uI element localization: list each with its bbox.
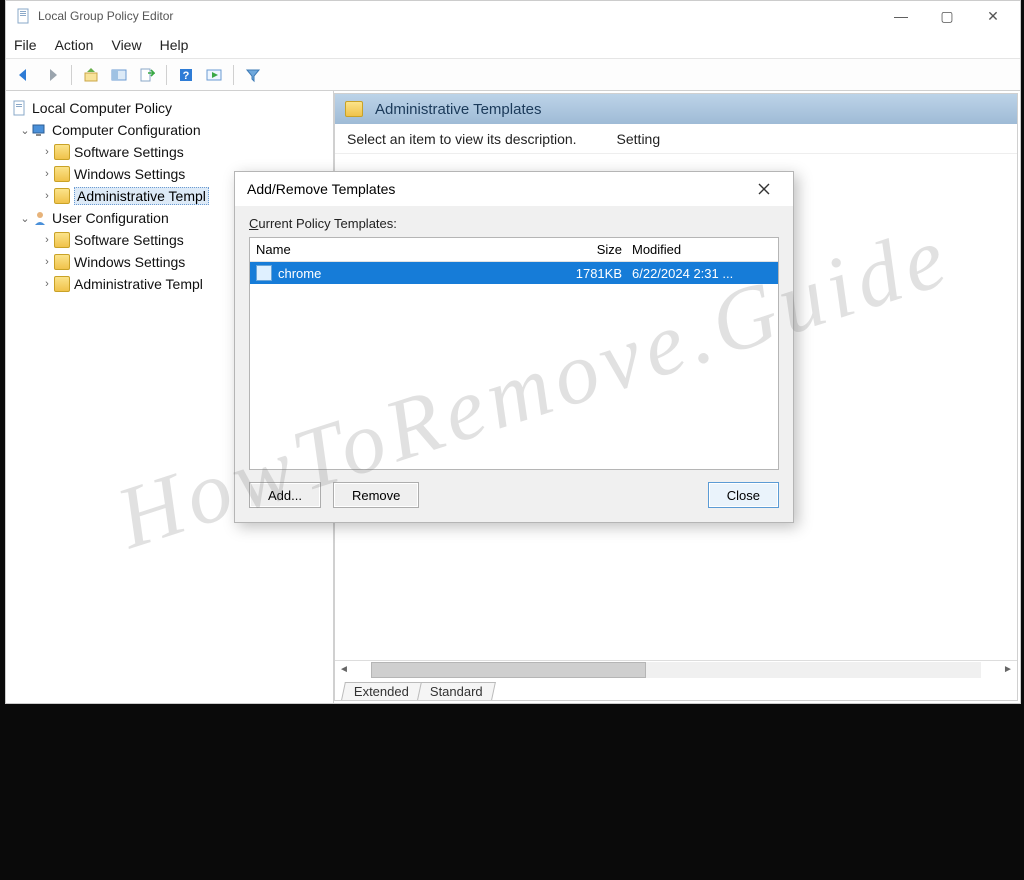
computer-icon <box>32 122 48 138</box>
tree-computer-config[interactable]: ⌄ Computer Configuration <box>10 119 329 141</box>
templates-list[interactable]: Name Size Modified chrome 1781KB 6/22/20… <box>249 237 779 470</box>
policy-icon <box>12 100 28 116</box>
tree-root[interactable]: Local Computer Policy <box>10 97 329 119</box>
filter-button[interactable] <box>241 63 265 87</box>
back-button[interactable] <box>12 63 36 87</box>
menu-action[interactable]: Action <box>55 37 94 53</box>
minimize-button[interactable]: — <box>878 1 924 31</box>
column-modified[interactable]: Modified <box>632 242 772 257</box>
window-title: Local Group Policy Editor <box>38 9 878 23</box>
forward-button[interactable] <box>40 63 64 87</box>
dialog-titlebar: Add/Remove Templates <box>235 172 793 206</box>
column-name[interactable]: Name <box>256 242 552 257</box>
tree-collapse-icon[interactable]: ⌄ <box>18 212 32 225</box>
column-size[interactable]: Size <box>552 242 632 257</box>
pane-subheader: Select an item to view its description. … <box>335 124 1017 154</box>
tree-label: Windows Settings <box>74 166 185 182</box>
tree-label: User Configuration <box>52 210 169 226</box>
cell-name: chrome <box>278 266 552 281</box>
menu-help[interactable]: Help <box>160 37 189 53</box>
scroll-left-icon[interactable]: ◄ <box>335 662 353 678</box>
dialog-buttons: Add... Remove Close <box>249 470 779 510</box>
tree-collapse-icon[interactable]: ⌄ <box>18 124 32 137</box>
dialog-body: Current Policy Templates: Name Size Modi… <box>235 206 793 522</box>
dialog-label: Current Policy Templates: <box>249 216 779 231</box>
folder-icon <box>54 276 70 292</box>
add-button[interactable]: Add... <box>249 482 321 508</box>
up-button[interactable] <box>79 63 103 87</box>
tree-label: Administrative Templ <box>74 187 209 205</box>
tree-expand-icon[interactable]: › <box>40 168 54 180</box>
pane-title: Administrative Templates <box>375 101 541 118</box>
cell-modified: 6/22/2024 2:31 ... <box>632 266 772 281</box>
tree-cc-software[interactable]: › Software Settings <box>10 141 329 163</box>
tree-label: Software Settings <box>74 144 184 160</box>
menubar: File Action View Help <box>6 31 1020 59</box>
folder-icon <box>54 254 70 270</box>
show-hide-button[interactable] <box>107 63 131 87</box>
close-icon <box>758 183 770 195</box>
properties-button[interactable] <box>202 63 226 87</box>
cell-size: 1781KB <box>552 266 632 281</box>
folder-icon <box>345 101 363 117</box>
tree-label: Local Computer Policy <box>32 100 172 116</box>
scroll-right-icon[interactable]: ► <box>999 662 1017 678</box>
app-icon <box>16 8 32 24</box>
toolbar: ? <box>6 59 1020 91</box>
tree-label: Computer Configuration <box>52 122 201 138</box>
pane-tabs: Extended Standard <box>335 678 1017 700</box>
list-item[interactable]: chrome 1781KB 6/22/2024 2:31 ... <box>250 262 778 284</box>
tree-expand-icon[interactable]: › <box>40 146 54 158</box>
scroll-track[interactable] <box>371 662 981 678</box>
toolbar-separator <box>233 65 234 85</box>
scroll-thumb[interactable] <box>371 662 646 678</box>
tree-expand-icon[interactable]: › <box>40 256 54 268</box>
export-button[interactable] <box>135 63 159 87</box>
maximize-button[interactable]: ▢ <box>924 1 970 31</box>
template-file-icon <box>256 265 272 281</box>
tree-expand-icon[interactable]: › <box>40 190 54 202</box>
menu-file[interactable]: File <box>14 37 37 53</box>
titlebar: Local Group Policy Editor — ▢ ✕ <box>6 1 1020 31</box>
close-button[interactable]: Close <box>708 482 779 508</box>
folder-icon <box>54 166 70 182</box>
folder-icon <box>54 144 70 160</box>
folder-icon <box>54 188 70 204</box>
close-window-button[interactable]: ✕ <box>970 1 1016 31</box>
horizontal-scrollbar[interactable]: ◄ ► <box>335 660 1017 678</box>
help-button[interactable]: ? <box>174 63 198 87</box>
tree-label: Windows Settings <box>74 254 185 270</box>
remove-button[interactable]: Remove <box>333 482 419 508</box>
tree-label: Administrative Templ <box>74 276 203 292</box>
window-controls: — ▢ ✕ <box>878 1 1016 31</box>
dialog-close-button[interactable] <box>747 172 781 206</box>
toolbar-separator <box>166 65 167 85</box>
toolbar-separator <box>71 65 72 85</box>
tree-expand-icon[interactable]: › <box>40 278 54 290</box>
add-remove-templates-dialog: Add/Remove Templates Current Policy Temp… <box>234 171 794 523</box>
tab-extended[interactable]: Extended <box>341 682 422 700</box>
tree-label: Software Settings <box>74 232 184 248</box>
tree-expand-icon[interactable]: › <box>40 234 54 246</box>
pane-hint: Select an item to view its description. <box>347 131 577 147</box>
pane-header: Administrative Templates <box>335 94 1017 124</box>
dialog-title: Add/Remove Templates <box>247 181 747 197</box>
folder-icon <box>54 232 70 248</box>
tab-standard[interactable]: Standard <box>417 682 496 700</box>
list-header: Name Size Modified <box>250 238 778 262</box>
menu-view[interactable]: View <box>111 37 141 53</box>
user-icon <box>32 210 48 226</box>
svg-text:?: ? <box>183 70 190 82</box>
column-setting[interactable]: Setting <box>617 131 661 147</box>
